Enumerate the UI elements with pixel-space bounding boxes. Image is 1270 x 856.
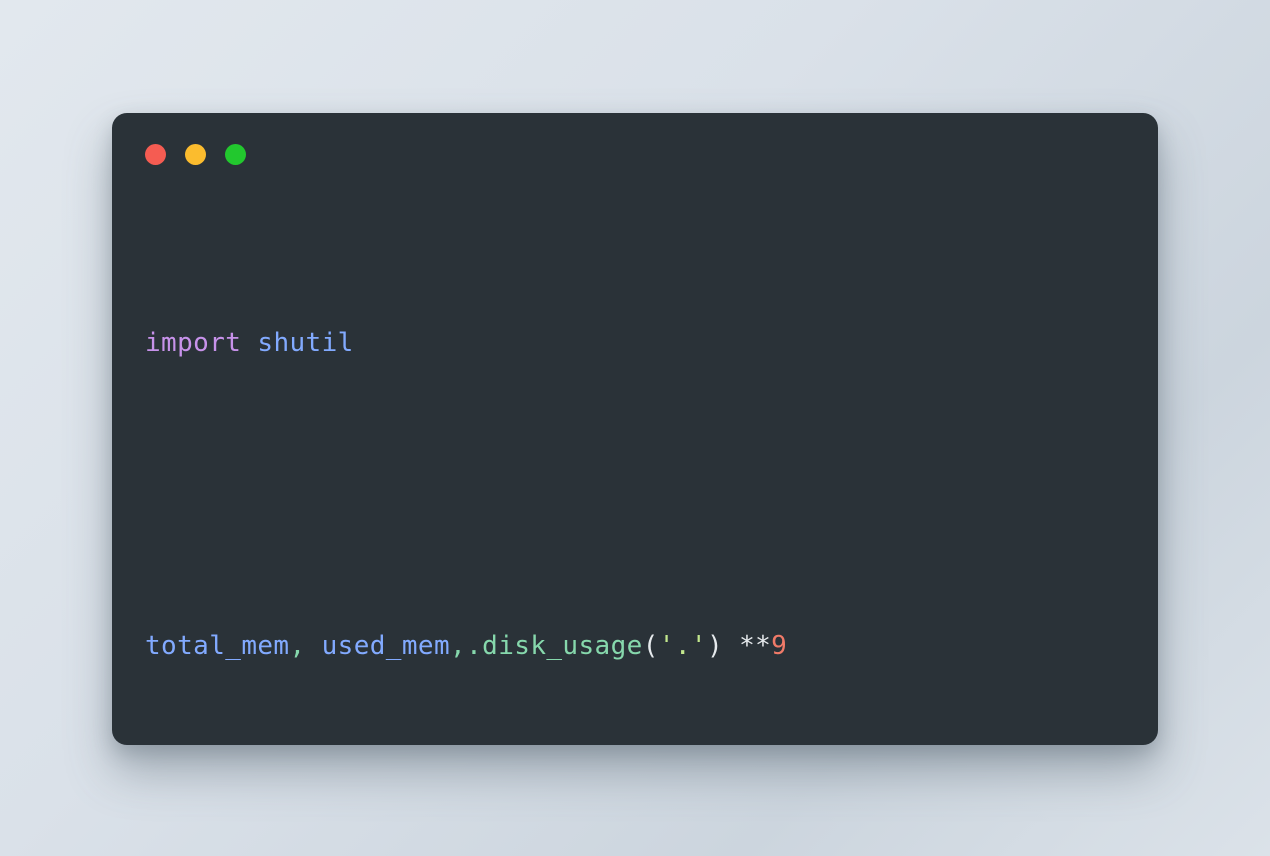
minimize-window-icon[interactable] [185, 144, 206, 165]
code-line-disk-usage: total_mem, used_mem,.disk_usage('.') **9 [145, 627, 1140, 665]
token-string-dot: '.' [658, 631, 707, 661]
token-func-disk-usage: disk_usage [482, 631, 643, 661]
maximize-window-icon[interactable] [225, 144, 246, 165]
token-keyword-import: import [145, 328, 242, 358]
token-space-2 [723, 631, 739, 661]
token-comma-1: , [289, 631, 322, 661]
token-paren-close-1: ) [706, 631, 723, 661]
code-editor-content[interactable]: import shutil total_mem, used_mem,.disk_… [145, 210, 1140, 745]
code-blank-line-1 [145, 476, 1140, 513]
token-paren-open-1: ( [642, 631, 659, 661]
window-titlebar [145, 144, 246, 165]
token-operator-power: ** [739, 631, 772, 661]
token-number-9: 9 [771, 631, 788, 661]
screenshot-stage: import shutil total_mem, used_mem,.disk_… [0, 0, 1270, 856]
token-comma-2: , [450, 631, 467, 661]
token-var-used-mem: used_mem [321, 631, 451, 661]
token-dot-1: . [466, 631, 483, 661]
close-window-icon[interactable] [145, 144, 166, 165]
token-var-total-mem: total_mem [145, 631, 290, 661]
token-module-shutil: shutil [257, 328, 354, 358]
code-snippet-card: import shutil total_mem, used_mem,.disk_… [112, 113, 1158, 745]
code-line-import: import shutil [145, 324, 1140, 362]
